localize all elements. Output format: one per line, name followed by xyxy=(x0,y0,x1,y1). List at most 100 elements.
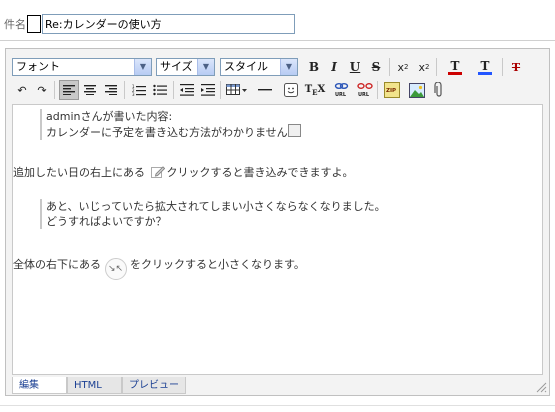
toolbar-separator xyxy=(54,81,55,99)
table-icon xyxy=(226,84,247,95)
toolbar-separator xyxy=(502,58,503,76)
svg-text:ZIP: ZIP xyxy=(386,88,396,94)
pencil-icon xyxy=(150,165,165,178)
attach-zip-button[interactable]: ZIP xyxy=(382,80,402,100)
text-color-swatch xyxy=(448,71,462,75)
style-select[interactable]: スタイル ▼ xyxy=(220,58,298,76)
paragraph: 追加したい日の右上にある クリックすると書き込みできますよ。 xyxy=(13,165,354,180)
font-select-value: フォント xyxy=(16,60,60,73)
outdent-button[interactable] xyxy=(177,80,197,100)
size-select[interactable]: サイズ ▼ xyxy=(156,58,215,76)
toolbar-separator xyxy=(173,81,174,99)
quote-line: あと、いじっていたら拡大されてしまい小さくならなくなりました。 xyxy=(46,200,386,213)
divider xyxy=(0,405,555,406)
text-color-label: T xyxy=(450,58,460,73)
quote-line: adminさんが書いた内容: xyxy=(46,110,173,123)
paragraph-text: クリックすると書き込みできますよ。 xyxy=(166,166,354,179)
quote-line: カレンダーに予定を書き込む方法がわかりません xyxy=(46,126,288,139)
chevron-down-icon: ▼ xyxy=(197,59,214,75)
indent-icon xyxy=(201,84,215,96)
paragraph-text: をクリックすると小さくなります。 xyxy=(130,258,305,271)
subject-input[interactable] xyxy=(42,14,295,34)
svg-text:3: 3 xyxy=(132,92,135,96)
font-select[interactable]: フォント ▼ xyxy=(12,58,152,76)
editor-mode-tabs: 編集 HTML プレビュー xyxy=(12,377,186,395)
align-center-button[interactable] xyxy=(80,80,100,100)
quote-block: あと、いじっていたら拡大されてしまい小さくならなくなりました。 どうすればよいで… xyxy=(40,199,386,229)
align-left-icon xyxy=(63,85,75,95)
size-select-value: サイズ xyxy=(160,60,193,73)
paragraph: 全体の右下にある ↘↖ をクリックすると小さくなります。 xyxy=(13,257,305,280)
bg-color-button[interactable]: T xyxy=(470,57,500,77)
unordered-list-icon xyxy=(153,84,167,96)
remove-format-icon: T xyxy=(511,60,521,74)
ordered-list-button[interactable]: 123 xyxy=(129,80,149,100)
strikethrough-button[interactable]: S xyxy=(366,57,386,77)
paragraph-text: 全体の右下にある xyxy=(13,258,101,271)
image-icon xyxy=(409,82,425,98)
quote-line-with-image: カレンダーに予定を書き込む方法がわかりません xyxy=(46,124,301,140)
unlink-icon: URL xyxy=(357,83,373,98)
subject-label: 件名 xyxy=(4,18,26,31)
style-select-value: スタイル xyxy=(224,60,268,73)
tab-edit[interactable]: 編集 xyxy=(12,377,67,394)
subscript-button[interactable]: x2 xyxy=(393,57,413,77)
redo-icon: ↷ xyxy=(37,83,47,97)
indent-button[interactable] xyxy=(198,80,218,100)
align-center-icon xyxy=(84,85,96,95)
remove-format-button[interactable]: T xyxy=(506,57,526,77)
bold-button[interactable]: B xyxy=(304,57,324,77)
svg-text:URL: URL xyxy=(358,92,370,98)
editor-content-area[interactable]: adminさんが書いた内容: カレンダーに予定を書き込む方法がわかりません 追加… xyxy=(12,104,543,375)
smiley-icon xyxy=(284,83,298,97)
rich-text-editor: フォント ▼ サイズ ▼ スタイル ▼ B I U S x2 x2 T T T … xyxy=(5,48,550,396)
italic-button[interactable]: I xyxy=(324,57,344,77)
toolbar-separator xyxy=(220,81,221,99)
divider xyxy=(0,40,555,41)
subject-icon-box[interactable] xyxy=(27,15,41,33)
broken-image-icon xyxy=(287,124,301,137)
align-right-icon xyxy=(105,85,117,95)
editor-toolbar: フォント ▼ サイズ ▼ スタイル ▼ B I U S x2 x2 T T T … xyxy=(6,49,549,103)
smiley-button[interactable] xyxy=(281,80,301,100)
align-right-button[interactable] xyxy=(101,80,121,100)
bg-color-swatch xyxy=(478,71,492,75)
chevron-down-icon: ▼ xyxy=(134,59,151,75)
text-color-button[interactable]: T xyxy=(440,57,470,77)
resize-grip-icon[interactable] xyxy=(535,381,547,393)
toolbar-separator xyxy=(436,58,437,76)
tab-preview[interactable]: プレビュー xyxy=(122,377,186,394)
quote-block: adminさんが書いた内容: カレンダーに予定を書き込む方法がわかりません xyxy=(40,109,301,140)
tex-icon: TEX xyxy=(304,83,326,97)
table-button[interactable] xyxy=(223,80,251,100)
link-icon: URL xyxy=(334,83,349,98)
align-left-button[interactable] xyxy=(59,80,79,100)
horizontal-rule-icon xyxy=(258,89,272,91)
quote-line: どうすればよいですか？ xyxy=(46,215,167,228)
outdent-icon xyxy=(180,84,194,96)
superscript-button[interactable]: x2 xyxy=(414,57,434,77)
subject-row: 件名 xyxy=(4,12,295,36)
remove-link-button[interactable]: URL xyxy=(355,80,375,100)
toolbar-separator xyxy=(377,81,378,99)
svg-text:URL: URL xyxy=(335,92,347,98)
paragraph-text: 追加したい日の右上にある xyxy=(13,166,145,179)
toolbar-separator xyxy=(124,81,125,99)
insert-image-button[interactable] xyxy=(407,80,427,100)
redo-button[interactable]: ↷ xyxy=(32,80,52,100)
unordered-list-button[interactable] xyxy=(150,80,170,100)
horizontal-rule-button[interactable] xyxy=(255,80,275,100)
tex-button[interactable]: TEX xyxy=(304,80,326,100)
underline-button[interactable]: U xyxy=(345,57,365,77)
ordered-list-icon: 123 xyxy=(132,84,146,96)
undo-icon: ↶ xyxy=(17,83,27,97)
undo-button[interactable]: ↶ xyxy=(12,80,32,100)
tab-html[interactable]: HTML xyxy=(67,377,122,394)
zip-file-icon: ZIP xyxy=(384,82,400,98)
chevron-down-icon: ▼ xyxy=(280,59,297,75)
attachment-button[interactable] xyxy=(429,80,449,100)
insert-link-button[interactable]: URL xyxy=(332,80,352,100)
paperclip-icon xyxy=(434,82,442,97)
toolbar-separator xyxy=(389,58,390,76)
bg-color-label: T xyxy=(480,58,490,73)
